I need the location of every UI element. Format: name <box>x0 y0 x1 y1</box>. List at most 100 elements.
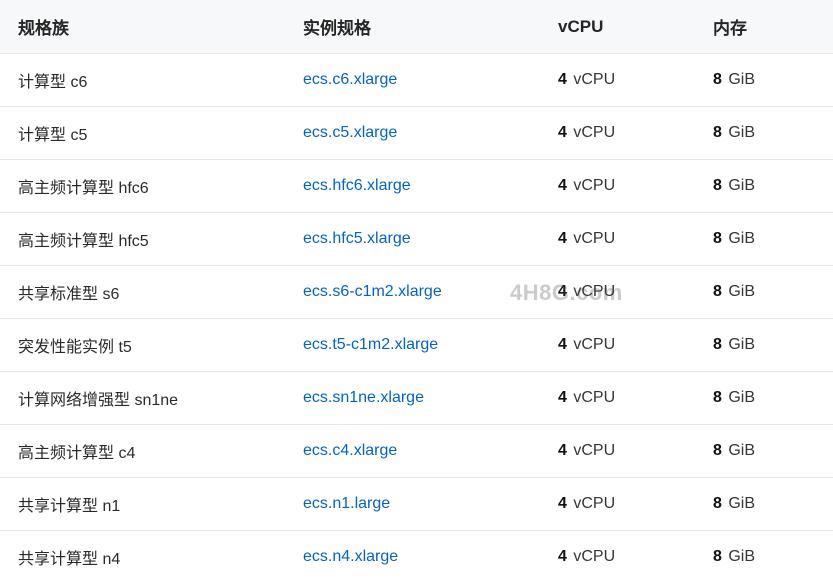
cell-spec: ecs.c6.xlarge <box>285 54 540 107</box>
vcpu-unit: vCPU <box>573 230 615 247</box>
cell-memory: 8 GiB <box>695 160 833 213</box>
cell-family: 计算型 c5 <box>0 107 285 160</box>
vcpu-unit: vCPU <box>573 442 615 459</box>
instance-spec-link[interactable]: ecs.t5-c1m2.xlarge <box>303 336 438 353</box>
cell-family: 突发性能实例 t5 <box>0 319 285 372</box>
cell-spec: ecs.hfc6.xlarge <box>285 160 540 213</box>
cell-memory: 8 GiB <box>695 319 833 372</box>
memory-unit: GiB <box>728 71 755 88</box>
memory-value: 8 <box>713 71 722 88</box>
cell-vcpu: 4 vCPU <box>540 107 695 160</box>
cell-vcpu: 4 vCPU <box>540 425 695 478</box>
vcpu-unit: vCPU <box>573 71 615 88</box>
cell-memory: 8 GiB <box>695 478 833 531</box>
memory-unit: GiB <box>728 177 755 194</box>
cell-memory: 8 GiB <box>695 107 833 160</box>
cell-vcpu: 4 vCPU <box>540 319 695 372</box>
instance-spec-link[interactable]: ecs.hfc6.xlarge <box>303 177 411 194</box>
table-row: 突发性能实例 t5ecs.t5-c1m2.xlarge4 vCPU8 GiB <box>0 319 833 372</box>
cell-spec: ecs.s6-c1m2.xlarge <box>285 266 540 319</box>
memory-unit: GiB <box>728 442 755 459</box>
table-row: 计算型 c6ecs.c6.xlarge4 vCPU8 GiB <box>0 54 833 107</box>
instance-spec-link[interactable]: ecs.sn1ne.xlarge <box>303 389 424 406</box>
cell-family: 共享计算型 n4 <box>0 531 285 583</box>
cell-spec: ecs.c5.xlarge <box>285 107 540 160</box>
col-header-family: 规格族 <box>0 0 285 54</box>
cell-spec: ecs.hfc5.xlarge <box>285 213 540 266</box>
memory-unit: GiB <box>728 230 755 247</box>
vcpu-unit: vCPU <box>573 336 615 353</box>
cell-memory: 8 GiB <box>695 213 833 266</box>
cell-memory: 8 GiB <box>695 425 833 478</box>
memory-value: 8 <box>713 124 722 141</box>
cell-vcpu: 4 vCPU <box>540 531 695 583</box>
cell-vcpu: 4 vCPU <box>540 213 695 266</box>
vcpu-unit: vCPU <box>573 283 615 300</box>
vcpu-unit: vCPU <box>573 548 615 565</box>
cell-vcpu: 4 vCPU <box>540 160 695 213</box>
vcpu-unit: vCPU <box>573 177 615 194</box>
cell-spec: ecs.n4.xlarge <box>285 531 540 583</box>
vcpu-unit: vCPU <box>573 495 615 512</box>
table-header-row: 规格族 实例规格 vCPU 内存 <box>0 0 833 54</box>
col-header-vcpu: vCPU <box>540 0 695 54</box>
vcpu-value: 4 <box>558 71 567 88</box>
vcpu-value: 4 <box>558 442 567 459</box>
memory-value: 8 <box>713 495 722 512</box>
cell-vcpu: 4 vCPU <box>540 54 695 107</box>
col-header-memory: 内存 <box>695 0 833 54</box>
table-row: 共享计算型 n1ecs.n1.large4 vCPU8 GiB <box>0 478 833 531</box>
cell-spec: ecs.t5-c1m2.xlarge <box>285 319 540 372</box>
table-row: 高主频计算型 c4ecs.c4.xlarge4 vCPU8 GiB <box>0 425 833 478</box>
memory-value: 8 <box>713 548 722 565</box>
instance-spec-link[interactable]: ecs.c4.xlarge <box>303 442 397 459</box>
cell-family: 计算型 c6 <box>0 54 285 107</box>
cell-family: 计算网络增强型 sn1ne <box>0 372 285 425</box>
cell-family: 共享计算型 n1 <box>0 478 285 531</box>
cell-spec: ecs.sn1ne.xlarge <box>285 372 540 425</box>
memory-value: 8 <box>713 389 722 406</box>
vcpu-value: 4 <box>558 389 567 406</box>
memory-value: 8 <box>713 177 722 194</box>
memory-unit: GiB <box>728 495 755 512</box>
cell-family: 高主频计算型 hfc6 <box>0 160 285 213</box>
instance-spec-link[interactable]: ecs.hfc5.xlarge <box>303 230 411 247</box>
memory-value: 8 <box>713 442 722 459</box>
memory-value: 8 <box>713 230 722 247</box>
cell-vcpu: 4 vCPU <box>540 478 695 531</box>
table-row: 共享计算型 n4ecs.n4.xlarge4 vCPU8 GiB <box>0 531 833 583</box>
instance-spec-link[interactable]: ecs.c5.xlarge <box>303 124 397 141</box>
memory-unit: GiB <box>728 124 755 141</box>
vcpu-unit: vCPU <box>573 124 615 141</box>
cell-family: 高主频计算型 hfc5 <box>0 213 285 266</box>
memory-unit: GiB <box>728 548 755 565</box>
cell-vcpu: 4 vCPU <box>540 372 695 425</box>
cell-memory: 8 GiB <box>695 266 833 319</box>
memory-unit: GiB <box>728 283 755 300</box>
cell-memory: 8 GiB <box>695 54 833 107</box>
table-row: 共享标准型 s6ecs.s6-c1m2.xlarge4 vCPU8 GiB <box>0 266 833 319</box>
table-row: 高主频计算型 hfc6ecs.hfc6.xlarge4 vCPU8 GiB <box>0 160 833 213</box>
cell-family: 共享标准型 s6 <box>0 266 285 319</box>
instance-spec-link[interactable]: ecs.n4.xlarge <box>303 548 398 565</box>
instance-spec-link[interactable]: ecs.n1.large <box>303 495 390 512</box>
instance-spec-link[interactable]: ecs.s6-c1m2.xlarge <box>303 283 442 300</box>
memory-value: 8 <box>713 283 722 300</box>
cell-memory: 8 GiB <box>695 372 833 425</box>
instance-spec-link[interactable]: ecs.c6.xlarge <box>303 71 397 88</box>
cell-spec: ecs.n1.large <box>285 478 540 531</box>
memory-unit: GiB <box>728 336 755 353</box>
cell-vcpu: 4 vCPU <box>540 266 695 319</box>
vcpu-value: 4 <box>558 283 567 300</box>
vcpu-value: 4 <box>558 230 567 247</box>
col-header-spec: 实例规格 <box>285 0 540 54</box>
table-row: 计算网络增强型 sn1ne ecs.sn1ne.xlarge 4 vCPU8 GiB <box>0 372 833 425</box>
vcpu-value: 4 <box>558 336 567 353</box>
vcpu-value: 4 <box>558 124 567 141</box>
cell-memory: 8 GiB <box>695 531 833 583</box>
vcpu-value: 4 <box>558 548 567 565</box>
memory-value: 8 <box>713 336 722 353</box>
cell-spec: ecs.c4.xlarge <box>285 425 540 478</box>
vcpu-value: 4 <box>558 495 567 512</box>
vcpu-value: 4 <box>558 177 567 194</box>
